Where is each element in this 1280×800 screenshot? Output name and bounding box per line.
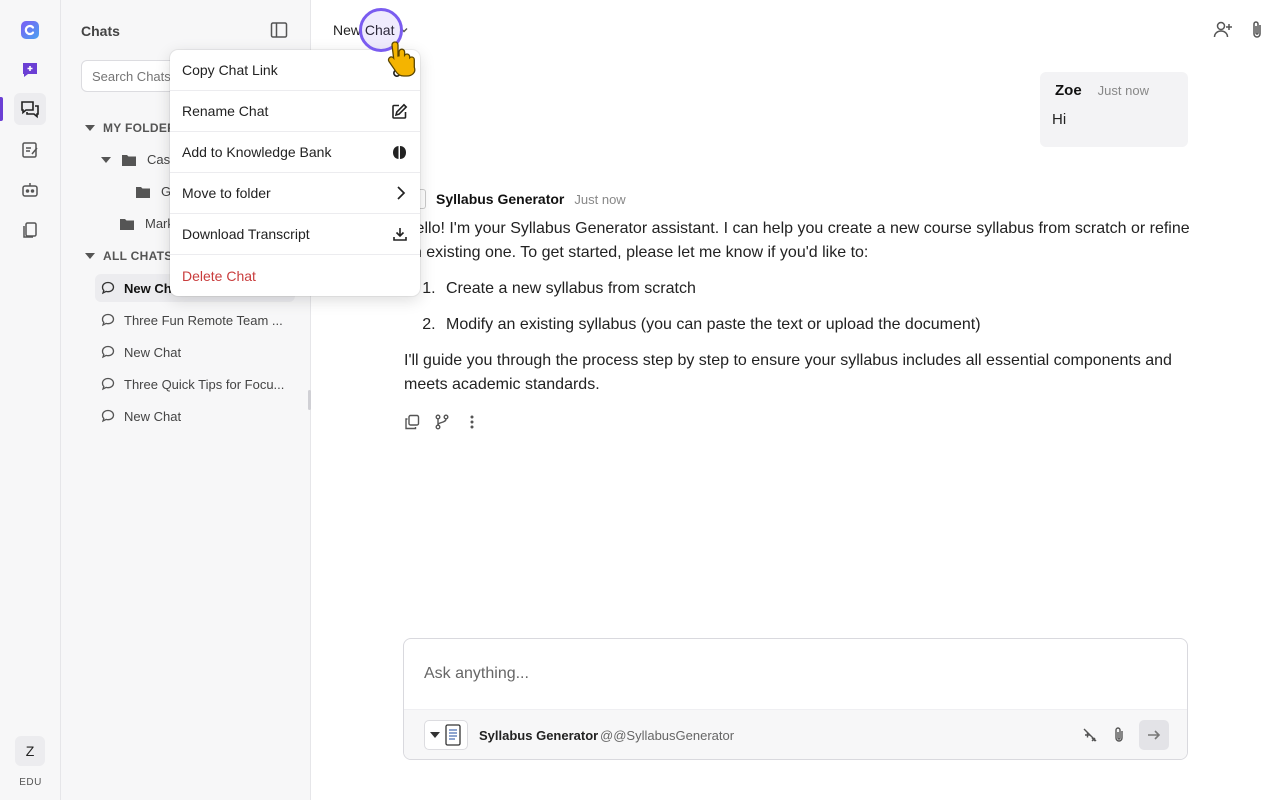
chat-context-menu: Copy Chat Link Rename Chat Add to Knowle… <box>170 50 420 296</box>
chat-list-item[interactable]: Three Fun Remote Team ... <box>95 306 295 334</box>
sidebar-toggle-icon[interactable] <box>269 20 291 42</box>
add-user-icon[interactable] <box>1212 19 1234 41</box>
bot-intro: Hello! I'm your Syllabus Generator assis… <box>404 220 1190 261</box>
message-time: Just now <box>574 191 626 207</box>
agent-selector-button[interactable] <box>424 720 468 750</box>
folder-item[interactable]: G <box>135 184 171 199</box>
sidebar-title: Chats <box>81 23 120 39</box>
bot-message-header: Syllabus Generator Just now <box>412 189 626 209</box>
bot-icon[interactable] <box>14 174 46 206</box>
all-chats-label: ALL CHATS <box>103 249 173 263</box>
document-icon <box>445 724 461 746</box>
copy-icon[interactable] <box>404 414 420 430</box>
menu-item-label: Move to folder <box>182 185 271 201</box>
attachment-icon[interactable] <box>1248 19 1266 41</box>
notes-icon[interactable] <box>14 134 46 166</box>
option-item: Create a new syllabus from scratch <box>440 277 1194 301</box>
menu-item-copy-link[interactable]: Copy Chat Link <box>170 50 420 91</box>
caret-down-icon <box>430 732 440 738</box>
logo-icon[interactable] <box>14 14 46 46</box>
pointer-hand-icon <box>387 41 416 77</box>
menu-item-label: Download Transcript <box>182 226 310 242</box>
attachment-icon[interactable] <box>1111 726 1127 744</box>
chat-title: New Chat <box>124 408 182 424</box>
chat-bubble-icon <box>101 409 115 423</box>
user-message: Zoe Just now Hi <box>1040 72 1188 147</box>
menu-item-label: Add to Knowledge Bank <box>182 144 332 160</box>
clear-tools-icon[interactable] <box>1081 726 1099 744</box>
menu-item-label: Delete Chat <box>182 267 256 284</box>
message-time: Just now <box>1097 83 1149 98</box>
caret-down-icon <box>101 156 111 163</box>
bot-outro: I'll guide you through the process step … <box>404 352 1172 393</box>
branch-icon[interactable] <box>434 414 450 430</box>
option-list: Create a new syllabus from scratch Modif… <box>440 277 1194 337</box>
brain-icon <box>393 145 406 159</box>
sidebar-resize-handle[interactable] <box>308 390 311 410</box>
chats-icon[interactable] <box>14 93 46 125</box>
folder-item[interactable]: Mark <box>119 216 174 231</box>
rail-active-indicator <box>0 97 3 121</box>
composer-actions <box>1081 720 1169 750</box>
ask-anything-input[interactable] <box>424 665 1164 683</box>
header-actions <box>1212 19 1266 41</box>
menu-item-move-to-folder[interactable]: Move to folder <box>170 173 420 214</box>
edit-icon <box>392 103 408 119</box>
folder-item[interactable]: Case <box>101 152 177 167</box>
documents-icon[interactable] <box>14 214 46 246</box>
chat-list-item[interactable]: New Chat <box>95 338 295 366</box>
chat-title: Three Quick Tips for Focu... <box>124 376 285 392</box>
folder-icon <box>136 186 150 198</box>
more-options-icon[interactable] <box>464 414 480 430</box>
new-chat-icon[interactable] <box>14 54 46 86</box>
chat-bubble-icon <box>101 313 115 327</box>
caret-down-icon <box>85 125 95 131</box>
menu-item-label: Copy Chat Link <box>182 62 278 78</box>
composer-toolbar: Syllabus Generator @@SyllabusGenerator <box>404 709 1187 759</box>
chat-title: Three Fun Remote Team ... <box>124 312 283 328</box>
option-item: Modify an existing syllabus (you can pas… <box>440 313 1194 337</box>
folder-icon <box>120 218 134 230</box>
menu-item-rename[interactable]: Rename Chat <box>170 91 420 132</box>
chat-bubble-icon <box>101 377 115 391</box>
message-actions <box>404 414 480 430</box>
user-name: Zoe <box>1055 82 1082 99</box>
chevron-right-icon <box>397 186 406 200</box>
chat-bubble-icon <box>101 345 115 359</box>
bot-message-body: Hello! I'm your Syllabus Generator assis… <box>404 217 1194 397</box>
caret-down-icon <box>85 253 95 259</box>
arrow-right-icon <box>1148 730 1161 740</box>
send-button[interactable] <box>1139 720 1169 750</box>
message-composer: Syllabus Generator @@SyllabusGenerator <box>403 638 1188 760</box>
menu-item-delete-chat[interactable]: Delete Chat <box>170 255 420 296</box>
bot-name: Syllabus Generator <box>436 191 565 207</box>
app-rail: Z EDU <box>0 0 61 800</box>
menu-item-label: Rename Chat <box>182 103 269 119</box>
agent-handle: @@SyllabusGenerator <box>600 728 735 743</box>
menu-item-knowledge-bank[interactable]: Add to Knowledge Bank <box>170 132 420 173</box>
chat-title: New Chat <box>124 344 182 360</box>
plan-label: EDU <box>19 777 42 788</box>
chat-list-item[interactable]: New Chat <box>95 402 295 430</box>
chat-list-item[interactable]: Three Quick Tips for Focu... <box>95 370 295 398</box>
folder-icon <box>122 154 136 166</box>
menu-item-download-transcript[interactable]: Download Transcript <box>170 214 420 255</box>
download-icon <box>393 228 407 241</box>
all-chats-header[interactable]: ALL CHATS <box>85 249 173 263</box>
agent-name: Syllabus Generator <box>479 728 599 743</box>
chat-bubble-icon <box>101 281 115 295</box>
user-message-text: Hi <box>1052 111 1067 128</box>
user-avatar[interactable]: Z <box>15 736 45 766</box>
